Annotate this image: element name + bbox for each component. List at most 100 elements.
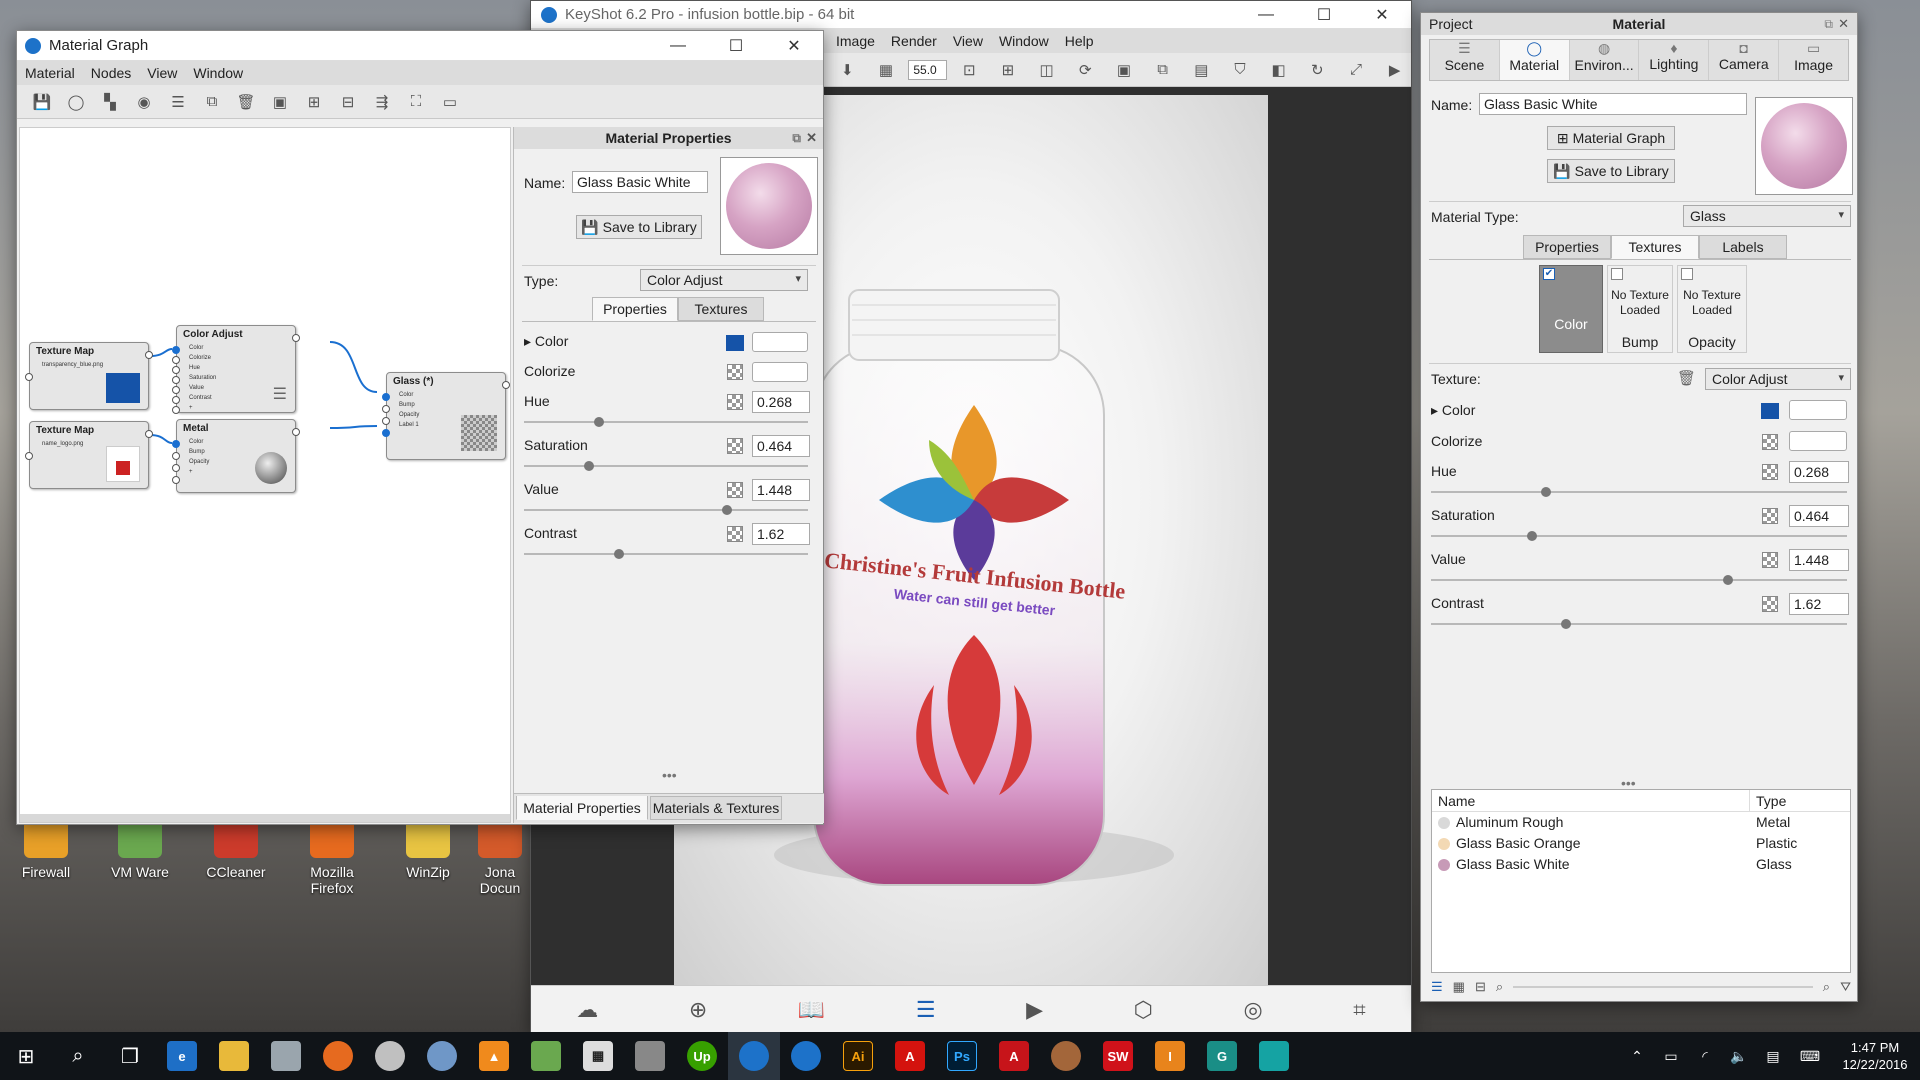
screenshot-icon[interactable]: ⊡ — [956, 57, 983, 83]
menu-material[interactable]: Material — [17, 65, 83, 81]
acrobat-icon[interactable]: A — [884, 1032, 936, 1080]
tab-textures[interactable]: Textures — [678, 297, 764, 321]
close-button[interactable]: ✕ — [765, 31, 823, 61]
desktop-icon-ccleaner[interactable]: CCleaner — [194, 818, 278, 880]
node-texture-map-1[interactable]: Texture Map transparency_blue.png — [25, 342, 153, 410]
keyshotvr-icon[interactable]: ⬡ — [1134, 997, 1153, 1023]
node-color-adjust[interactable]: Color Adjust Color Colorize Hue Saturati… — [172, 325, 300, 414]
illustrator-icon[interactable]: Ai — [832, 1032, 884, 1080]
material-graph-button[interactable]: ⊞ Material Graph — [1547, 126, 1675, 150]
value-input[interactable]: 1.448 — [752, 479, 810, 501]
app-icon[interactable] — [1040, 1032, 1092, 1080]
type-select[interactable]: Color Adjust — [640, 269, 808, 291]
screenshot-tool-icon[interactable]: ⌗ — [1353, 997, 1365, 1023]
photoshop-icon[interactable]: Ps — [936, 1032, 988, 1080]
grid-view-icon[interactable]: ▦ — [1453, 979, 1465, 995]
tab-properties[interactable]: Properties — [1523, 235, 1611, 259]
file-explorer-icon[interactable] — [208, 1032, 260, 1080]
node-input-port[interactable] — [172, 464, 180, 472]
layers-icon[interactable]: ⧉ — [1149, 57, 1176, 83]
node-input-port[interactable] — [172, 346, 180, 354]
solidworks-icon[interactable]: SW — [1092, 1032, 1144, 1080]
node-input-port[interactable] — [172, 396, 180, 404]
app-icon[interactable] — [624, 1032, 676, 1080]
texture-toggle-icon[interactable] — [1762, 596, 1778, 612]
grid-icon[interactable]: ▦ — [873, 57, 900, 83]
tab-lighting[interactable]: ♦ Lighting — [1639, 40, 1710, 80]
project-icon[interactable]: ☰ — [916, 997, 936, 1023]
node-input-port[interactable] — [382, 405, 390, 413]
notepad-icon[interactable] — [520, 1032, 572, 1080]
desktop-icon-firewall[interactable]: Firewall — [4, 818, 88, 880]
zoom-in-icon[interactable]: ⌕ — [1823, 979, 1830, 995]
material-name-input[interactable]: Glass Basic White — [572, 171, 708, 193]
minimize-button[interactable]: — — [649, 31, 707, 61]
volume-icon[interactable]: 🔈 — [1722, 1032, 1756, 1080]
app-icon[interactable]: G — [1196, 1032, 1248, 1080]
menu-image[interactable]: Image — [828, 33, 883, 49]
library-icon[interactable]: 📖 — [798, 997, 825, 1023]
group-icon[interactable]: ▣ — [266, 89, 294, 115]
desktop-icon-firefox[interactable]: Mozilla Firefox — [290, 818, 374, 896]
tree-view-icon[interactable]: ⊟ — [1475, 979, 1486, 995]
close-icon[interactable]: ✕ — [1838, 13, 1849, 35]
tablet-icon[interactable] — [260, 1032, 312, 1080]
zoom-100-icon[interactable]: ▭ — [436, 89, 464, 115]
tab-material-properties[interactable]: Material Properties — [516, 796, 648, 820]
column-header-type[interactable]: Type — [1750, 790, 1786, 811]
value-slider-thumb[interactable] — [1723, 575, 1733, 585]
saturation-input[interactable]: 0.464 — [752, 435, 810, 457]
graph-canvas[interactable]: Texture Map transparency_blue.png Textur… — [19, 127, 511, 823]
float-icon[interactable]: ⧉ — [792, 127, 801, 149]
cloud-library-icon[interactable]: ☁ — [576, 997, 598, 1023]
node-output-port[interactable] — [145, 351, 153, 359]
shield-icon[interactable]: ⛉ — [1227, 57, 1254, 83]
list-view-icon[interactable]: ☰ — [1431, 979, 1443, 995]
download-icon[interactable]: ⬇ — [834, 57, 861, 83]
upwork-icon[interactable]: Up — [676, 1032, 728, 1080]
hue-input[interactable]: 0.268 — [752, 391, 810, 413]
node-output-port[interactable] — [502, 381, 510, 389]
menu-window[interactable]: Window — [991, 33, 1057, 49]
node-output-port[interactable] — [292, 428, 300, 436]
vlc-icon[interactable]: ▲ — [468, 1032, 520, 1080]
zoom-out-icon[interactable]: ⌕ — [1496, 979, 1503, 995]
start-button[interactable]: ⊞ — [0, 1032, 52, 1080]
contrast-input[interactable]: 1.62 — [1789, 593, 1849, 615]
saturation-slider-track[interactable] — [1431, 535, 1847, 537]
node-output-port[interactable] — [292, 334, 300, 342]
wifi-icon[interactable]: ◜ — [1688, 1032, 1722, 1080]
menu-view[interactable]: View — [139, 65, 185, 81]
node-input-port[interactable] — [172, 440, 180, 448]
material-type-select[interactable]: Glass — [1683, 205, 1851, 227]
texture-toggle-icon[interactable] — [727, 482, 743, 498]
notification-icon[interactable]: ▤ — [1756, 1032, 1790, 1080]
thumbnail-size-slider[interactable] — [1513, 986, 1813, 988]
texture-toggle-icon[interactable] — [727, 364, 743, 380]
texture-slot-opacity[interactable]: No Texture Loaded Opacity — [1677, 265, 1747, 353]
maximize-button[interactable]: ☐ — [707, 31, 765, 61]
firefox-icon[interactable] — [312, 1032, 364, 1080]
float-icon[interactable]: ⧉ — [1824, 13, 1833, 35]
saturation-slider-thumb[interactable] — [1527, 531, 1537, 541]
clock[interactable]: 1:47 PM 12/22/2016 — [1830, 1039, 1920, 1073]
minimize-button[interactable]: — — [1237, 0, 1295, 30]
saturation-slider-track[interactable] — [524, 465, 808, 467]
value-slider-track[interactable] — [524, 509, 808, 511]
connect-icon[interactable]: ⊞ — [300, 89, 328, 115]
chevron-up-icon[interactable]: ⌃ — [1620, 1032, 1654, 1080]
node-input-port[interactable] — [25, 452, 33, 460]
desktop-icon-documents[interactable]: Jona Docun — [470, 818, 530, 896]
node-input-port[interactable] — [382, 429, 390, 437]
contrast-slider-track[interactable] — [1431, 623, 1847, 625]
filter-icon[interactable]: ⛛ — [1840, 979, 1851, 995]
node-input-port[interactable] — [382, 417, 390, 425]
hue-slider-track[interactable] — [1431, 491, 1847, 493]
menu-render[interactable]: Render — [883, 33, 945, 49]
task-view-icon[interactable]: ❐ — [104, 1032, 156, 1080]
hue-slider-thumb[interactable] — [594, 417, 604, 427]
battery-icon[interactable]: ▭ — [1654, 1032, 1688, 1080]
list-item[interactable]: Glass Basic Orange Plastic — [1432, 833, 1850, 854]
close-button[interactable]: ✕ — [1353, 0, 1411, 30]
tab-camera[interactable]: ◘ Camera — [1709, 40, 1780, 80]
